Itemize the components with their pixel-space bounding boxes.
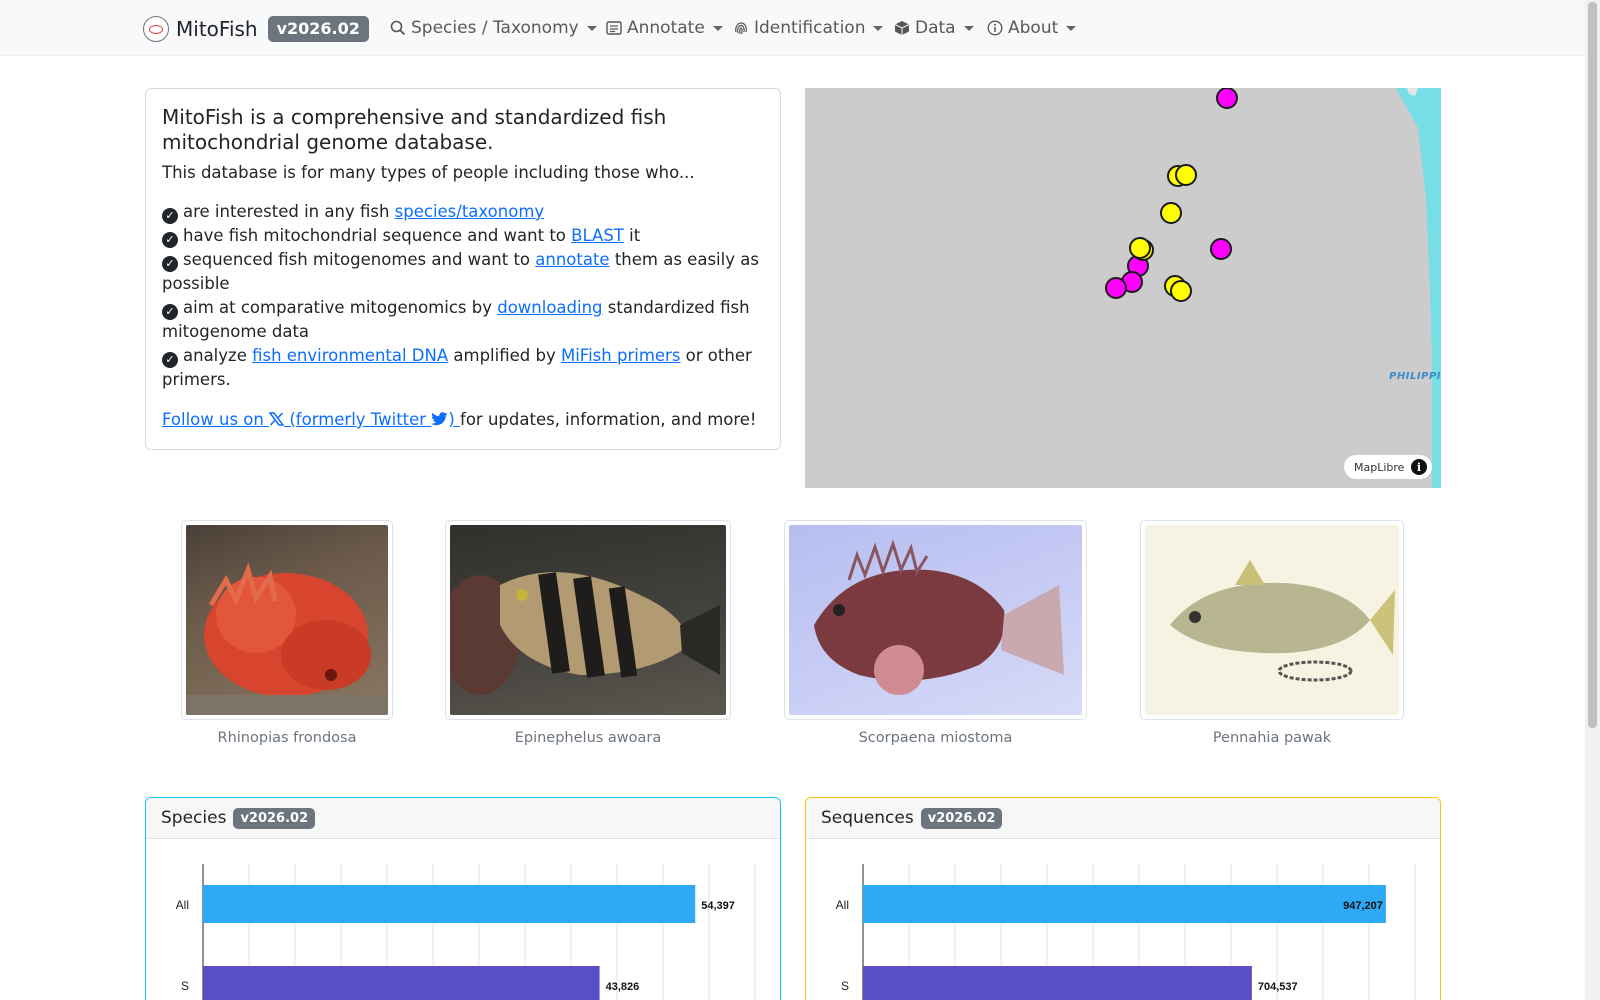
species-card-title: Species xyxy=(161,808,227,828)
map-marker[interactable] xyxy=(1129,237,1151,259)
nav-data[interactable]: Data xyxy=(893,17,974,39)
card-text-icon xyxy=(605,19,623,37)
bar-all xyxy=(203,885,696,923)
species-bar-chart: All 54,397 S 43,826 xyxy=(176,864,756,1000)
nav-annotate[interactable]: Annotate xyxy=(605,17,723,39)
intro-card: MitoFish is a comprehensive and standard… xyxy=(145,88,781,450)
species-taxonomy-link[interactable]: species/taxonomy xyxy=(395,202,545,221)
list-item: ✓ sequenced fish mitogenomes and want to … xyxy=(162,250,759,293)
bar-s xyxy=(863,966,1252,1000)
chevron-down-icon xyxy=(712,25,723,31)
fish-photo[interactable] xyxy=(450,525,726,715)
sequences-card: Sequences v2026.02 All 947,207 S 704,537 xyxy=(805,797,1441,1000)
map-marker[interactable] xyxy=(1175,164,1197,186)
info-icon xyxy=(986,19,1004,37)
audience-list: ✓ are interested in any fish species/taxo… xyxy=(162,200,764,392)
intro-subtitle: This database is for many types of peopl… xyxy=(162,163,695,182)
list-item: ✓ analyze fish environmental DNA amplifie… xyxy=(162,346,752,389)
check-circle-icon: ✓ xyxy=(162,304,178,320)
data-label: 54,397 xyxy=(701,900,735,912)
brand[interactable]: MitoFish v2026.02 xyxy=(143,15,369,43)
fish-thumbnail[interactable]: Rhinopias frondosa xyxy=(181,520,393,746)
page-scrollbar[interactable] xyxy=(1585,0,1600,1000)
check-circle-icon: ✓ xyxy=(162,208,178,224)
sequences-card-header: Sequences v2026.02 xyxy=(806,798,1440,839)
tick-label: All xyxy=(176,898,189,912)
nav-data-label: Data xyxy=(915,18,956,38)
chevron-down-icon xyxy=(586,25,597,31)
chevron-down-icon xyxy=(873,25,884,31)
chevron-down-icon xyxy=(1066,25,1077,31)
map-marker[interactable] xyxy=(1105,277,1127,299)
twitter-bird-icon xyxy=(431,410,448,429)
map-marker[interactable] xyxy=(1210,238,1232,260)
list-item: ✓ aim at comparative mitogenomics by down… xyxy=(162,298,750,341)
map-marker[interactable] xyxy=(1170,280,1192,302)
data-label: 704,537 xyxy=(1258,981,1298,993)
mitofish-logo-icon xyxy=(143,16,169,42)
nav-identification-label: Identification xyxy=(754,18,866,38)
annotate-link[interactable]: annotate xyxy=(535,250,609,269)
map-attribution[interactable]: MapLibre i xyxy=(1344,455,1432,479)
check-circle-icon: ✓ xyxy=(162,256,178,272)
fish-caption: Rhinopias frondosa xyxy=(217,730,357,746)
list-item: ✓ have fish mitochondrial sequence and wa… xyxy=(162,224,764,248)
version-badge: v2026.02 xyxy=(267,16,369,42)
fish-edna-link[interactable]: fish environmental DNA xyxy=(252,346,448,365)
downloading-link[interactable]: downloading xyxy=(497,298,602,317)
sequences-card-title: Sequences xyxy=(821,808,914,828)
fish-thumbnail[interactable]: Scorpaena miostoma xyxy=(784,520,1087,746)
fish-photo[interactable] xyxy=(186,525,388,715)
version-badge: v2026.02 xyxy=(233,807,316,829)
tick-label: S xyxy=(181,979,189,993)
fish-caption: Scorpaena miostoma xyxy=(858,730,1013,746)
scrollbar-thumb[interactable] xyxy=(1588,2,1597,728)
fingerprint-icon xyxy=(732,19,750,37)
specimen-map[interactable]: PHILIPPI MapLibre i xyxy=(805,88,1441,488)
tick-label: All xyxy=(836,898,849,912)
data-label: 947,207 xyxy=(1343,900,1383,912)
map-marker[interactable] xyxy=(1160,202,1182,224)
chevron-down-icon xyxy=(963,25,974,31)
version-badge: v2026.02 xyxy=(920,807,1003,829)
blast-link[interactable]: BLAST xyxy=(571,226,624,245)
x-logo-icon xyxy=(268,410,285,429)
fish-thumbnail[interactable]: Epinephelus awoara xyxy=(445,520,731,746)
fish-thumbnail[interactable]: Pennahia pawak xyxy=(1140,520,1404,746)
navbar: MitoFish v2026.02 Species / Taxonomy Ann… xyxy=(0,0,1585,56)
map-marker[interactable] xyxy=(1216,88,1238,109)
mifish-primers-link[interactable]: MiFish primers xyxy=(561,346,680,365)
sequences-bar-chart: All 947,207 S 704,537 xyxy=(836,864,1416,1000)
sea-area xyxy=(1396,88,1441,488)
nav-about[interactable]: About xyxy=(986,17,1077,39)
follow-x-link[interactable]: Follow us on (formerly Twitter ) xyxy=(162,410,460,429)
nav-identification[interactable]: Identification xyxy=(732,17,884,39)
brand-name: MitoFish xyxy=(176,17,258,41)
check-circle-icon: ✓ xyxy=(162,352,178,368)
list-item: ✓ are interested in any fish species/taxo… xyxy=(162,200,764,224)
species-card: Species v2026.02 All 54,397 S 43,826 xyxy=(145,797,781,1000)
check-circle-icon: ✓ xyxy=(162,232,178,248)
fish-photo[interactable] xyxy=(1145,525,1399,715)
data-label: 43,826 xyxy=(606,981,640,993)
fish-caption: Epinephelus awoara xyxy=(514,730,662,746)
tick-label: S xyxy=(841,979,849,993)
nav-species-taxonomy[interactable]: Species / Taxonomy xyxy=(389,17,597,39)
fish-caption: Pennahia pawak xyxy=(1212,730,1332,746)
bar-s xyxy=(203,966,600,1000)
species-card-header: Species v2026.02 xyxy=(146,798,780,839)
bar-all xyxy=(863,885,1386,923)
nav-annotate-label: Annotate xyxy=(627,18,705,38)
intro-title: MitoFish is a comprehensive and standard… xyxy=(162,105,667,154)
search-icon xyxy=(389,19,407,37)
nav-species-taxonomy-label: Species / Taxonomy xyxy=(411,18,579,38)
box-icon xyxy=(893,19,911,37)
fish-photo[interactable] xyxy=(789,525,1082,715)
follow-suffix: for updates, information, and more! xyxy=(460,410,757,429)
follow-line: Follow us on (formerly Twitter ) for upd… xyxy=(162,408,764,432)
sea-label: PHILIPPI xyxy=(1389,371,1441,382)
nav-about-label: About xyxy=(1008,18,1059,38)
info-icon[interactable]: i xyxy=(1411,459,1427,475)
